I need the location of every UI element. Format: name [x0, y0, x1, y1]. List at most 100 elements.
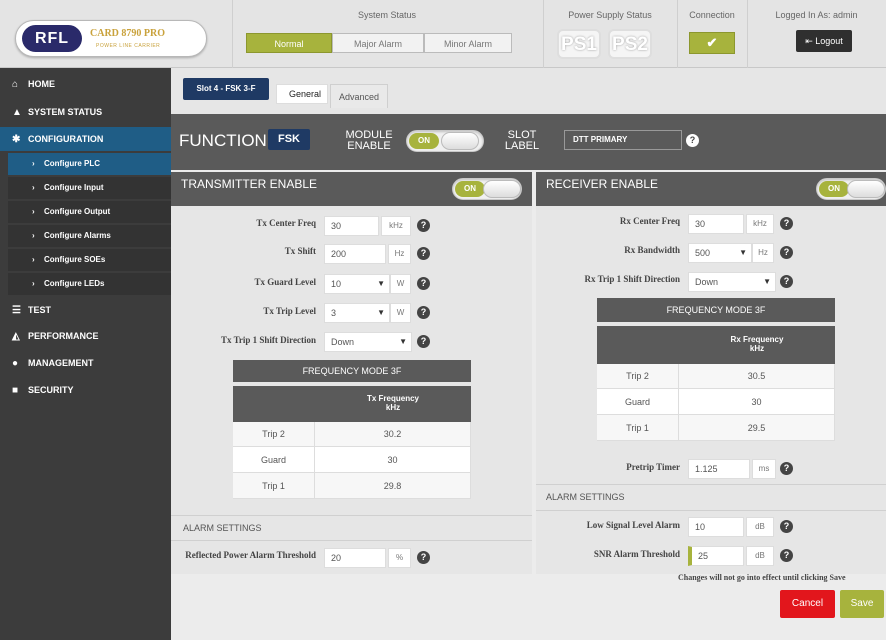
help-icon[interactable]: ?	[417, 277, 430, 290]
help-icon[interactable]: ?	[417, 247, 430, 260]
snr-alarm-input[interactable]: 25	[688, 546, 744, 566]
nav-management-label: MANAGEMENT	[28, 358, 94, 368]
sidebar-item-configure-plc[interactable]: › Configure PLC	[8, 153, 171, 175]
help-icon[interactable]: ?	[417, 306, 430, 319]
tx-shift-direction-value: Down	[331, 337, 355, 347]
connection-title: Connection	[689, 10, 735, 20]
tx-shift-direction-select[interactable]: Down ▼	[324, 332, 412, 352]
nav-test[interactable]: ☰ TEST	[0, 298, 171, 322]
slot-label-input[interactable]: DTT PRIMARY	[564, 130, 682, 150]
table-row: Guard 30	[233, 447, 471, 473]
receiver-enable-toggle[interactable]: ON	[816, 178, 886, 200]
help-icon[interactable]: ?	[780, 246, 793, 259]
rx-bandwidth-select[interactable]: 500 ▼	[688, 243, 752, 263]
tx-trip-level-unit: W	[390, 303, 411, 323]
toggle-on-label: ON	[455, 181, 485, 197]
nav-home[interactable]: ⌂ HOME	[0, 72, 171, 96]
dropdown-arrow-icon: ▼	[377, 308, 385, 317]
rx-frequency-header-line2: kHz	[749, 344, 765, 353]
rx-frequency-table: FREQUENCY MODE 3F Rx Frequency kHz Trip 2…	[597, 298, 835, 441]
tx-row-label: Trip 1	[233, 473, 315, 499]
chevron-right-icon: ›	[32, 207, 35, 216]
sidebar-item-label: Configure PLC	[44, 159, 100, 168]
logged-in-text: Logged In As: admin	[775, 10, 858, 20]
logout-button[interactable]: ⇤ Logout	[796, 30, 852, 52]
tab-advanced[interactable]: Advanced	[330, 84, 388, 108]
chevron-right-icon: ›	[32, 231, 35, 240]
help-icon[interactable]: ?	[417, 219, 430, 232]
divider	[536, 510, 886, 511]
sidebar-item-configure-output[interactable]: › Configure Output	[8, 201, 171, 223]
rx-row-value: 30	[679, 389, 835, 415]
tx-row-label: Guard	[233, 447, 315, 473]
tx-trip-level-value: 3	[331, 308, 337, 318]
toggle-on-label: ON	[409, 133, 439, 149]
tx-row-value: 30.2	[315, 422, 471, 447]
help-icon[interactable]: ?	[417, 551, 430, 564]
help-icon[interactable]: ?	[686, 134, 699, 147]
sidebar-item-configure-leds[interactable]: › Configure LEDs	[8, 273, 171, 295]
rx-row-label: Trip 2	[597, 364, 679, 389]
rx-frequency-header-empty	[597, 326, 679, 364]
tx-guard-level-select[interactable]: 10 ▼	[324, 274, 390, 294]
help-icon[interactable]: ?	[780, 520, 793, 533]
sidebar-item-label: Configure Output	[44, 207, 111, 216]
pretrip-timer-unit: ms	[752, 459, 776, 479]
help-icon[interactable]: ?	[780, 275, 793, 288]
help-icon[interactable]: ?	[780, 462, 793, 475]
tx-center-freq-input[interactable]: 30	[324, 216, 379, 236]
tx-shift-input[interactable]: 200	[324, 244, 386, 264]
save-button[interactable]: Save	[840, 590, 884, 618]
rx-shift-direction-label: Rx Trip 1 Shift Direction	[584, 274, 680, 284]
rx-center-freq-input[interactable]: 30	[688, 214, 744, 234]
receiver-title: RECEIVER ENABLE	[546, 177, 659, 191]
table-row: Trip 1 29.8	[233, 473, 471, 499]
tab-general[interactable]: General	[276, 84, 328, 104]
reflected-power-input[interactable]: 20	[324, 548, 386, 568]
sidebar-item-label: Configure LEDs	[44, 279, 105, 288]
module-enable-toggle[interactable]: ON	[406, 130, 484, 152]
logo-sub: POWER LINE CARRIER	[96, 43, 161, 49]
tx-trip-level-select[interactable]: 3 ▼	[324, 303, 390, 323]
nav-system-status-label: SYSTEM STATUS	[28, 107, 103, 117]
sidebar-item-configure-input[interactable]: › Configure Input	[8, 177, 171, 199]
tx-frequency-mode-title: FREQUENCY MODE 3F	[233, 360, 471, 382]
status-major-alarm-button[interactable]: Major Alarm	[332, 33, 424, 53]
rx-bandwidth-unit: Hz	[752, 243, 774, 263]
low-signal-alarm-input[interactable]: 10	[688, 517, 744, 537]
tx-alarm-settings-title: ALARM SETTINGS	[183, 523, 262, 533]
snr-alarm-label: SNR Alarm Threshold	[593, 549, 680, 559]
rx-frequency-header-line1: Rx Frequency	[730, 335, 784, 344]
sidebar-item-configure-soes[interactable]: › Configure SOEs	[8, 249, 171, 271]
help-icon[interactable]: ?	[417, 335, 430, 348]
rx-frequency-header: Rx Frequency kHz	[679, 326, 835, 364]
slot-selector[interactable]: Slot 4 - FSK 3-F	[183, 78, 269, 100]
nav-system-status[interactable]: ▲ SYSTEM STATUS	[0, 100, 171, 124]
cancel-button[interactable]: Cancel	[780, 590, 835, 618]
rx-alarm-settings-title: ALARM SETTINGS	[546, 492, 625, 502]
nav-configuration-label: CONFIGURATION	[28, 134, 104, 144]
nav-performance[interactable]: ◭ PERFORMANCE	[0, 324, 171, 348]
transmitter-enable-toggle[interactable]: ON	[452, 178, 522, 200]
nav-home-label: HOME	[28, 79, 55, 89]
nav-configuration[interactable]: ✱ CONFIGURATION	[0, 127, 171, 151]
sidebar-item-label: Configure Alarms	[44, 231, 111, 240]
nav-management[interactable]: ● MANAGEMENT	[0, 351, 171, 375]
nav-security[interactable]: ■ SECURITY	[0, 378, 171, 402]
logo-name: CARD 8790 PRO	[90, 28, 165, 39]
status-minor-alarm-button[interactable]: Minor Alarm	[424, 33, 512, 53]
dropdown-arrow-icon: ▼	[377, 279, 385, 288]
sidebar-item-configure-alarms[interactable]: › Configure Alarms	[8, 225, 171, 247]
rx-row-value: 30.5	[679, 364, 835, 389]
help-icon[interactable]: ?	[780, 549, 793, 562]
reflected-power-label: Reflected Power Alarm Threshold	[185, 550, 316, 560]
rx-shift-direction-select[interactable]: Down ▼	[688, 272, 776, 292]
pretrip-timer-input[interactable]: 1.125	[688, 459, 750, 479]
performance-icon: ◭	[12, 331, 20, 342]
divider	[536, 484, 886, 485]
dropdown-arrow-icon: ▼	[399, 337, 407, 346]
help-icon[interactable]: ?	[780, 217, 793, 230]
header-bar: RFL CARD 8790 PRO POWER LINE CARRIER Sys…	[0, 0, 886, 68]
rx-bandwidth-label: Rx Bandwidth	[624, 245, 680, 255]
status-normal-button[interactable]: Normal	[246, 33, 332, 53]
